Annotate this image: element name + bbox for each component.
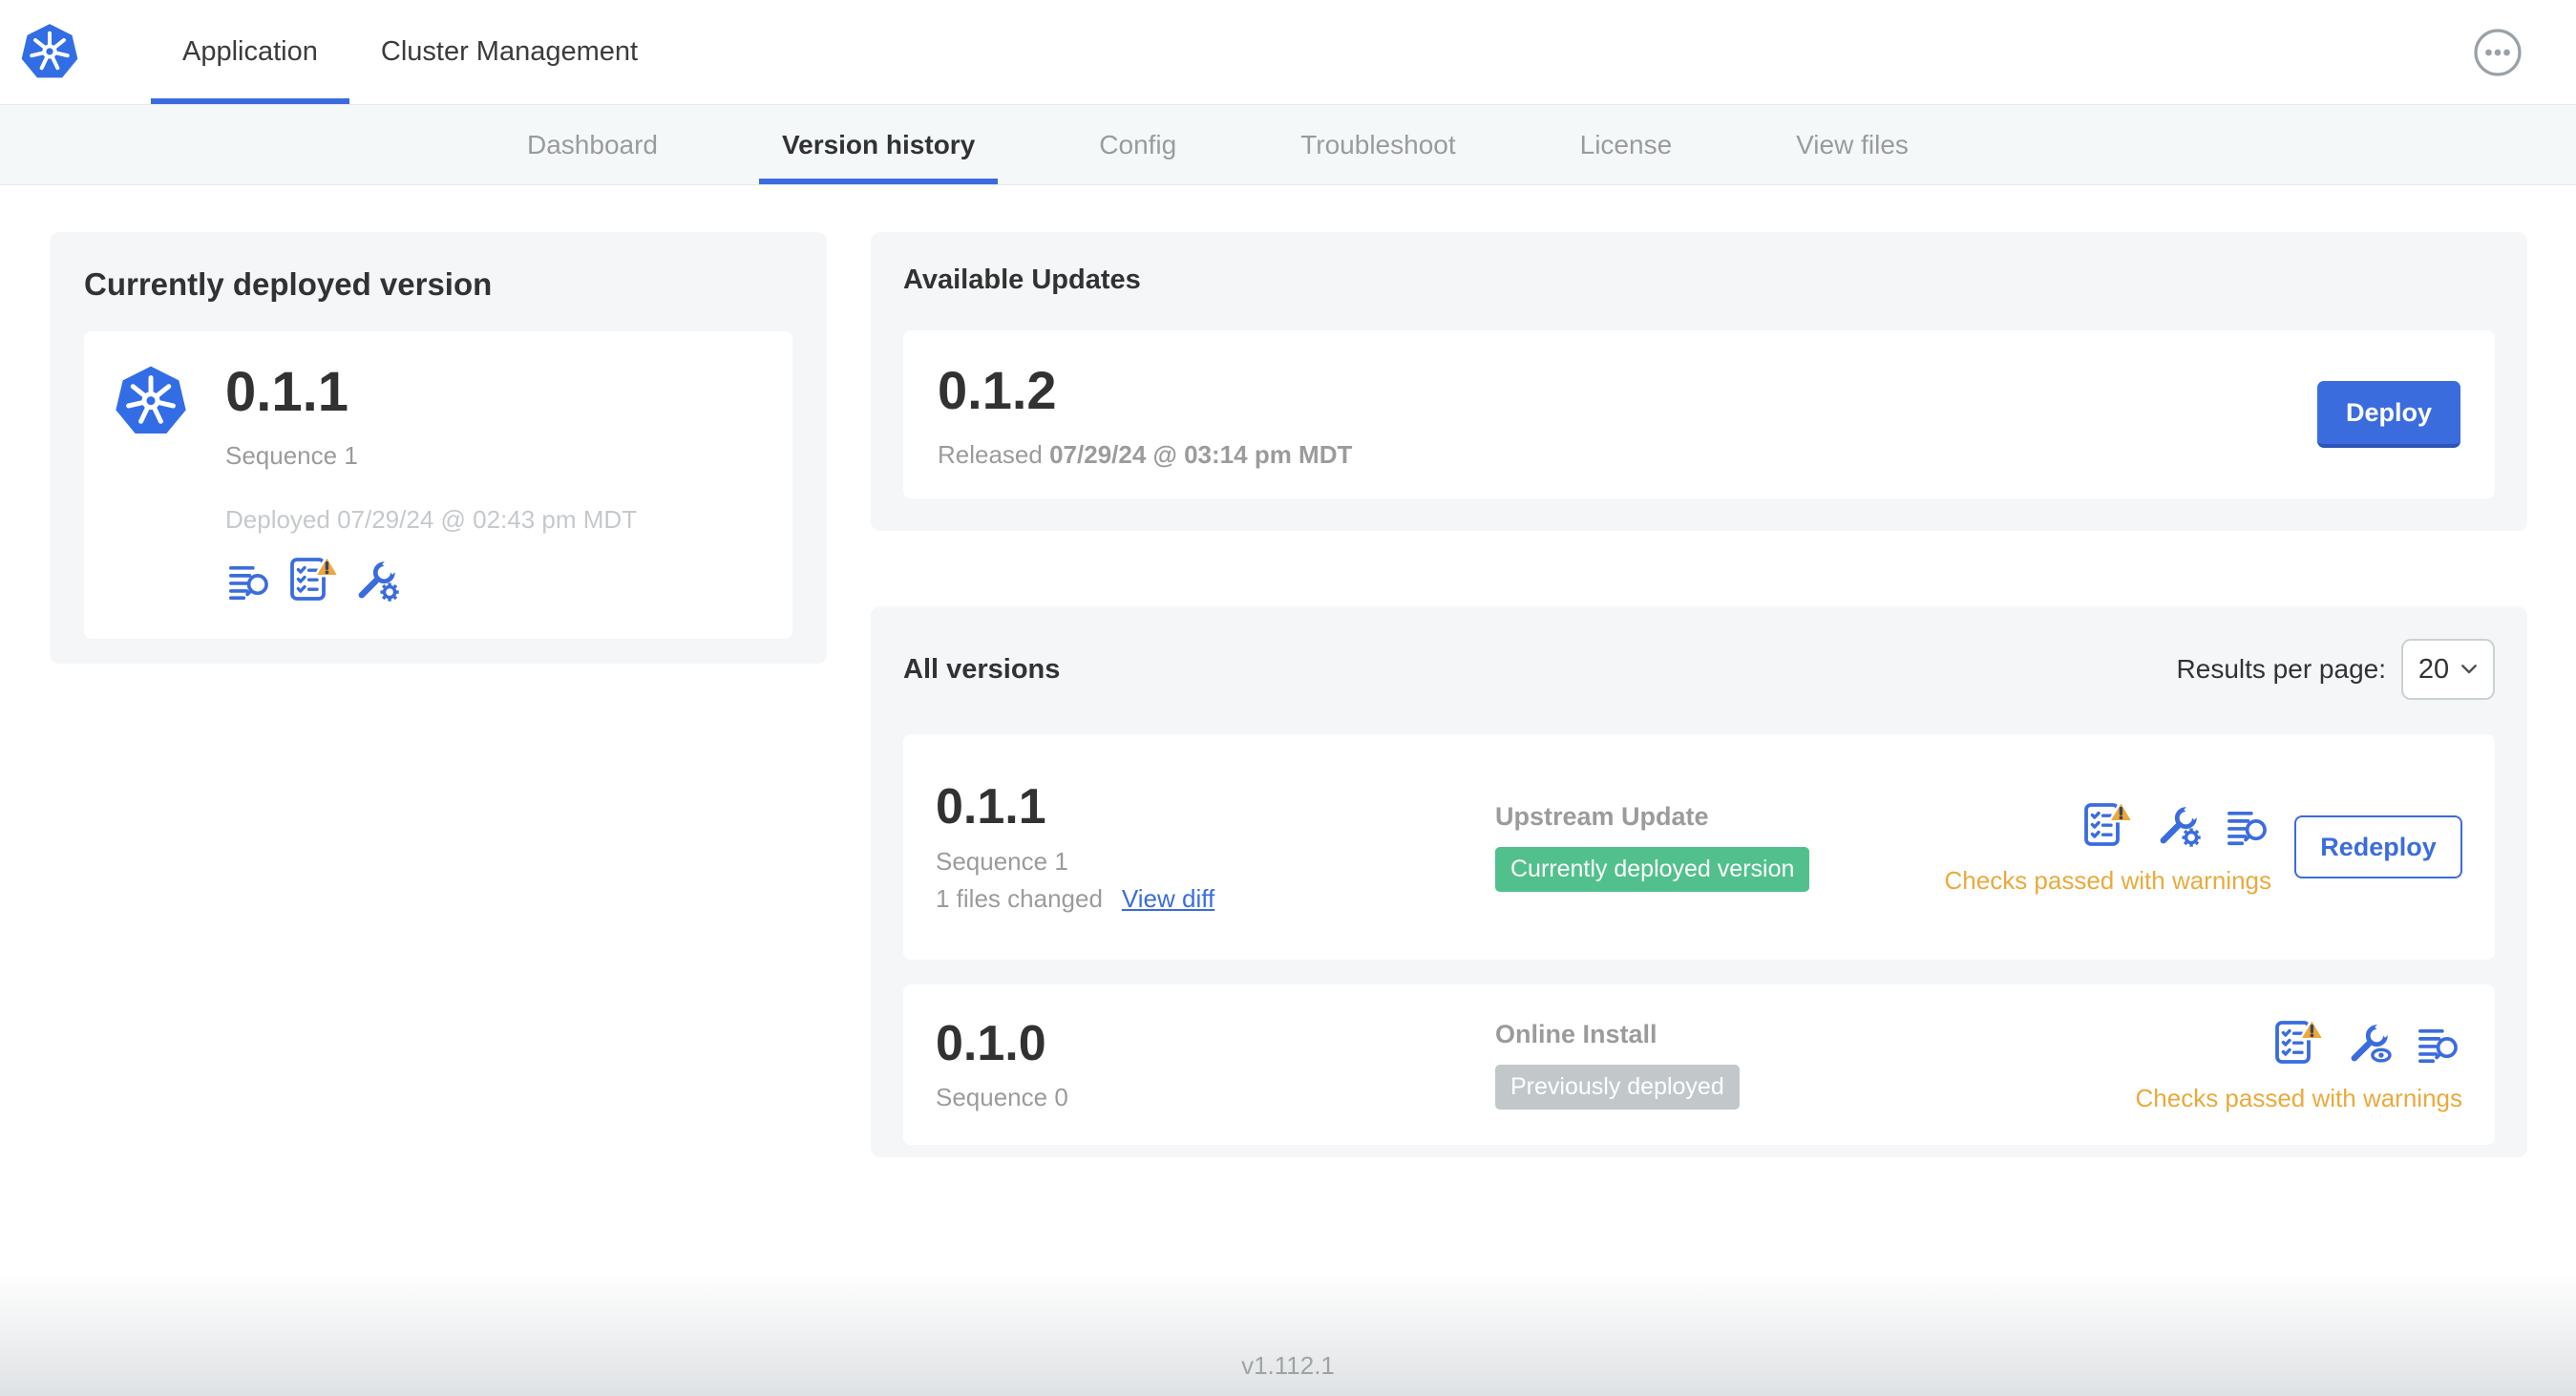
subnav-tab-troubleshoot-label: Troubleshoot xyxy=(1300,129,1456,159)
subnav-tab-version-history-label: Version history xyxy=(781,129,976,159)
row-action-icons xyxy=(2271,1017,2462,1067)
app-subnav: Dashboard Version history Config Trouble… xyxy=(0,105,2576,185)
subnav-tab-dashboard-label: Dashboard xyxy=(527,129,658,159)
current-version-deployed-timestamp: Deployed 07/29/24 @ 02:43 pm MDT xyxy=(225,504,638,534)
currently-deployed-badge: Currently deployed version xyxy=(1495,847,1810,892)
release-notes-icon[interactable] xyxy=(225,560,273,603)
subnav-tab-dashboard[interactable]: Dashboard xyxy=(504,105,681,184)
results-per-page: Results per page: 20 xyxy=(2177,639,2495,700)
all-versions-header: All versions Results per page: 20 xyxy=(903,639,2495,700)
available-update-info: 0.1.2 Released 07/29/24 @ 03:14 pm MDT xyxy=(938,359,1352,470)
subnav-tab-license[interactable]: License xyxy=(1557,105,1696,184)
update-version-number: 0.1.2 xyxy=(938,360,1057,420)
update-released-timestamp: Released 07/29/24 @ 03:14 pm MDT xyxy=(938,440,1352,470)
results-per-page-label: Results per page: xyxy=(2176,654,2386,684)
subnav-tab-troubleshoot[interactable]: Troubleshoot xyxy=(1277,105,1478,184)
more-menu-button[interactable] xyxy=(2473,28,2523,77)
app-tabs: Application Cluster Management xyxy=(151,0,669,104)
right-column: Available Updates 0.1.2 Released 07/29/2… xyxy=(871,232,2527,1157)
redeploy-button[interactable]: Redeploy xyxy=(2294,815,2462,878)
tab-cluster-management-label: Cluster Management xyxy=(380,36,639,67)
subnav-tab-config-label: Config xyxy=(1099,129,1177,159)
available-updates-title: Available Updates xyxy=(903,264,1141,295)
previously-deployed-badge: Previously deployed xyxy=(1495,1065,1740,1110)
preflight-checks-warning-icon[interactable] xyxy=(2271,1017,2325,1067)
available-update-row: 0.1.2 Released 07/29/24 @ 03:14 pm MDT D… xyxy=(903,330,2495,498)
row-sequence: Sequence 0 xyxy=(936,1083,1068,1112)
view-diff-link[interactable]: View diff xyxy=(1122,884,1214,914)
ellipsis-icon xyxy=(2473,28,2523,77)
edit-config-icon[interactable] xyxy=(353,556,401,603)
checks-status-text: Checks passed with warnings xyxy=(1944,865,2272,895)
current-version-sequence: Sequence 1 xyxy=(225,440,358,470)
current-version-actions xyxy=(225,554,637,603)
checks-status-text: Checks passed with warnings xyxy=(2135,1083,2463,1112)
version-row-source: Online Install Previously deployed xyxy=(1495,1020,2136,1110)
tab-cluster-management[interactable]: Cluster Management xyxy=(349,0,669,104)
edit-config-icon[interactable] xyxy=(2155,801,2203,849)
row-icons-and-status: Checks passed with warnings xyxy=(2135,1017,2463,1113)
subnav-tab-view-files-label: View files xyxy=(1796,129,1909,159)
row-icons-and-status: Checks passed with warnings xyxy=(1944,799,2272,896)
preflight-checks-warning-icon[interactable] xyxy=(2080,799,2134,849)
subnav-tab-view-files[interactable]: View files xyxy=(1773,105,1932,184)
chevron-down-icon xyxy=(2460,664,2478,675)
files-changed-label: 1 files changed xyxy=(936,883,1103,913)
row-version-number: 0.1.0 xyxy=(936,1015,1046,1071)
tab-application[interactable]: Application xyxy=(151,0,349,104)
available-updates-card: Available Updates 0.1.2 Released 07/29/2… xyxy=(871,232,2527,531)
page-footer: v1.112.1 xyxy=(0,1272,2576,1396)
kubernetes-logo-icon xyxy=(19,22,80,83)
results-per-page-select[interactable]: 20 xyxy=(2401,639,2495,700)
app-kubernetes-icon xyxy=(113,364,189,440)
released-date: 07/29/24 @ 03:14 pm MDT xyxy=(1049,440,1353,469)
results-per-page-value: 20 xyxy=(2418,653,2450,685)
version-row-0-1-1: 0.1.1 Sequence 1 1 files changed View di… xyxy=(903,734,2495,960)
top-nav: Application Cluster Management xyxy=(0,0,2576,105)
version-row-actions: Checks passed with warnings Redeploy xyxy=(1944,799,2462,896)
version-row-0-1-0: 0.1.0 Sequence 0 Online Install Previous… xyxy=(903,984,2495,1145)
tab-application-label: Application xyxy=(182,36,318,67)
subnav-tab-version-history[interactable]: Version history xyxy=(758,105,999,184)
current-version-info: 0.1.1 Sequence 1 Deployed 07/29/24 @ 02:… xyxy=(225,361,638,639)
row-files-changed: 1 files changed View diff xyxy=(936,884,1495,914)
row-source-label: Upstream Update xyxy=(1495,802,1709,831)
console-version: v1.112.1 xyxy=(1241,1351,1335,1380)
version-row-source: Upstream Update Currently deployed versi… xyxy=(1495,802,1945,892)
current-version-number: 0.1.1 xyxy=(225,361,348,423)
row-source-label: Online Install xyxy=(1495,1020,1658,1048)
release-notes-icon[interactable] xyxy=(2224,805,2271,849)
subnav-tab-license-label: License xyxy=(1579,129,1673,159)
row-action-icons xyxy=(2080,799,2271,849)
row-version-number: 0.1.1 xyxy=(936,779,1046,835)
preflight-checks-warning-icon[interactable] xyxy=(286,554,340,603)
subnav-tab-config[interactable]: Config xyxy=(1076,105,1199,184)
currently-deployed-card: Currently deployed version 0.1.1 Sequenc… xyxy=(50,232,827,664)
view-config-icon[interactable] xyxy=(2346,1019,2394,1067)
released-prefix: Released xyxy=(938,440,1043,469)
version-row-info: 0.1.1 Sequence 1 1 files changed View di… xyxy=(936,780,1495,913)
currently-deployed-version-card: 0.1.1 Sequence 1 Deployed 07/29/24 @ 02:… xyxy=(84,331,792,639)
deploy-button[interactable]: Deploy xyxy=(2316,381,2460,448)
all-versions-card: All versions Results per page: 20 0.1.1 … xyxy=(871,606,2527,1157)
main-content: Currently deployed version 0.1.1 Sequenc… xyxy=(0,185,2576,1157)
all-versions-title: All versions xyxy=(903,653,1061,685)
version-row-info: 0.1.0 Sequence 0 xyxy=(936,1015,1495,1112)
currently-deployed-title: Currently deployed version xyxy=(84,266,493,302)
release-notes-icon[interactable] xyxy=(2415,1023,2462,1067)
version-row-actions: Checks passed with warnings xyxy=(2135,1017,2463,1113)
row-sequence: Sequence 1 xyxy=(936,846,1068,876)
